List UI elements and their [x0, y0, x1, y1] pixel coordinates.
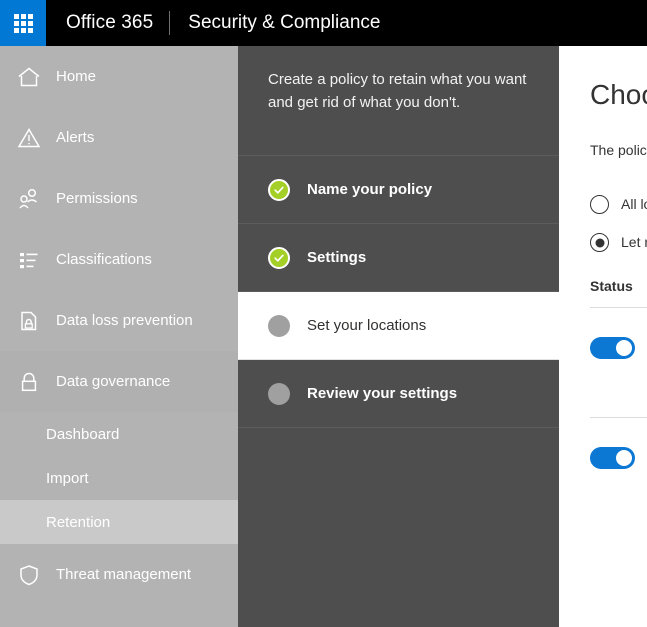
sidebar-item-classifications[interactable]: Classifications: [0, 229, 238, 290]
sidebar-item-data-governance[interactable]: Data governance: [0, 351, 238, 412]
people-icon: [12, 184, 46, 214]
radio-option-label: Let me choose: [621, 234, 647, 251]
sidebar-subitem-dashboard[interactable]: Dashboard: [0, 412, 238, 456]
step-complete-check-icon: [268, 246, 290, 269]
sidebar-item-data-loss-prevention[interactable]: Data loss prevention: [0, 290, 238, 351]
wizard-step-set-your-locations[interactable]: Set your locations: [238, 292, 559, 360]
sidebar-item-permissions[interactable]: Permissions: [0, 168, 238, 229]
sidebar-item-label: Permissions: [56, 190, 138, 207]
toggle-knob: [616, 339, 632, 356]
sidebar-item-label: Alerts: [56, 129, 95, 146]
page-description: The policy applies to content: [590, 141, 647, 158]
step-pending-dot-icon: [268, 382, 290, 405]
location-row: [590, 416, 647, 514]
sidebar-item-label: Data governance: [56, 373, 171, 390]
alert-triangle-icon: [12, 123, 46, 153]
sidebar-item-label: Data loss prevention: [56, 312, 193, 329]
suite-header-bar: Office 365 Security & Compliance: [0, 0, 647, 46]
sidebar-item-label: Home: [56, 68, 97, 85]
sidebar-subitem-label: Dashboard: [46, 425, 120, 443]
page-title: Choose locations: [590, 79, 647, 110]
left-navigation: Home Alerts Permissions Classifications …: [0, 46, 238, 627]
app-root: Office 365 Security & Compliance Home Al…: [0, 0, 647, 627]
locations-radio-group: All locations. Let me choose: [590, 194, 647, 254]
document-lock-icon: [12, 306, 46, 336]
location-status-toggle[interactable]: [590, 446, 635, 469]
wizard-step-label: Name your policy: [307, 181, 433, 198]
wizard-step-name-your-policy[interactable]: Name your policy: [238, 156, 559, 224]
waffle-grid: [13, 13, 33, 33]
toggle-knob: [616, 449, 632, 466]
radio-unselected-icon[interactable]: [590, 194, 609, 214]
shield-icon: [12, 560, 46, 590]
wizard-step-label: Settings: [307, 249, 367, 266]
radio-selected-icon[interactable]: [590, 233, 609, 253]
radio-option-let-me-choose[interactable]: Let me choose: [590, 232, 647, 254]
sidebar-item-threat-management[interactable]: Threat management: [0, 544, 238, 605]
sidebar-item-home[interactable]: Home: [0, 46, 238, 107]
wizard-step-label: Review your settings: [307, 385, 458, 402]
location-status-toggle[interactable]: [590, 336, 635, 359]
sidebar-subitem-import[interactable]: Import: [0, 456, 238, 500]
list-icon: [12, 245, 46, 275]
sidebar-subitem-label: Import: [46, 469, 89, 487]
home-icon: [12, 62, 46, 92]
step-complete-check-icon: [268, 178, 290, 201]
radio-option-label: All locations.: [621, 195, 647, 212]
step-pending-dot-icon: [268, 314, 290, 337]
sidebar-item-label: Threat management: [56, 566, 192, 583]
wizard-navigation-panel: Create a policy to retain what you want …: [238, 46, 559, 627]
wizard-step-label: Set your locations: [307, 317, 427, 334]
sidebar-subitem-retention[interactable]: Retention: [0, 500, 238, 544]
wizard-step-review-your-settings[interactable]: Review your settings: [238, 360, 559, 428]
wizard-step-settings[interactable]: Settings: [238, 224, 559, 292]
radio-option-all-locations[interactable]: All locations.: [590, 194, 647, 216]
padlock-icon: [12, 367, 46, 397]
app-launcher-waffle-icon[interactable]: [0, 0, 46, 46]
wizard-intro-text: Create a policy to retain what you want …: [238, 46, 559, 156]
sidebar-item-alerts[interactable]: Alerts: [0, 107, 238, 168]
status-column-header: Status: [590, 277, 633, 294]
location-row: [590, 306, 647, 404]
content-pane: Choose locations The policy applies to c…: [559, 46, 647, 627]
sidebar-subitem-label: Retention: [46, 513, 111, 531]
sidebar-item-label: Classifications: [56, 251, 152, 268]
office-365-brand[interactable]: Office 365: [46, 0, 169, 46]
app-title-security-compliance[interactable]: Security & Compliance: [170, 0, 396, 46]
